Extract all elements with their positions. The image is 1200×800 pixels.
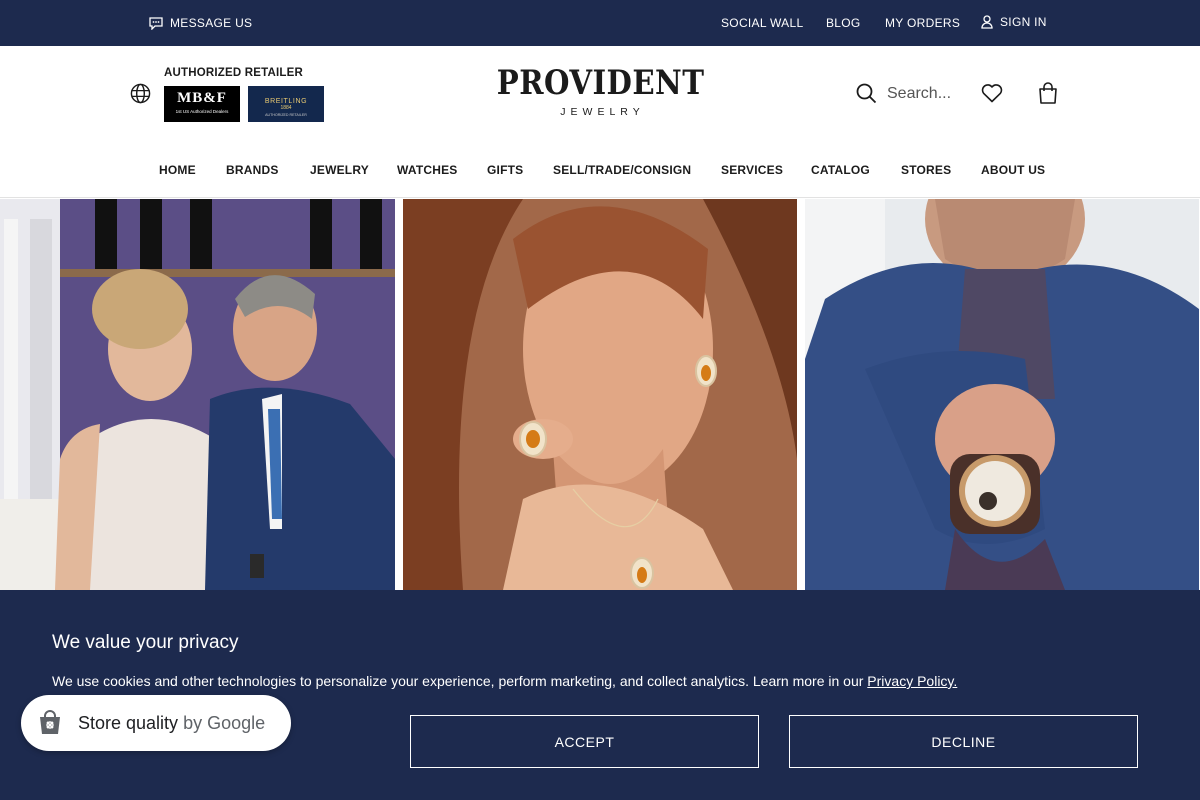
search-icon[interactable]: [856, 83, 877, 104]
breitling-badge[interactable]: BREITLING 1884 AUTHORIZED RETAILER: [248, 86, 324, 122]
sign-in-link[interactable]: SIGN IN: [981, 15, 1047, 29]
site-logo[interactable]: PROVIDENT JEWELRY: [480, 64, 720, 118]
search-box[interactable]: [856, 83, 967, 104]
user-icon: [981, 15, 993, 29]
my-orders-label: MY ORDERS: [885, 16, 961, 30]
cookie-text: We use cookies and other technologies to…: [52, 673, 864, 689]
nav-jewelry[interactable]: JEWELRY: [310, 163, 369, 177]
google-store-quality-badge[interactable]: Store quality by Google: [21, 695, 291, 751]
store-quality-label: Store quality: [78, 712, 179, 733]
globe-icon[interactable]: [130, 83, 151, 104]
social-wall-label: SOCIAL WALL: [721, 16, 804, 30]
nav-sell-trade-consign[interactable]: SELL/TRADE/CONSIGN: [553, 163, 691, 177]
sign-in-label: SIGN IN: [1000, 15, 1047, 29]
my-orders-link[interactable]: MY ORDERS: [885, 16, 960, 30]
search-input[interactable]: [887, 84, 967, 103]
watch-model-photo: [805, 199, 1199, 590]
couple-photo: [0, 199, 395, 590]
decline-button[interactable]: DECLINE: [789, 715, 1138, 768]
blog-link[interactable]: BLOG: [826, 16, 861, 30]
nav-services[interactable]: SERVICES: [721, 163, 783, 177]
heart-icon[interactable]: [981, 84, 1003, 103]
mbf-badge[interactable]: MB&F 1st US Authorized Dealers: [164, 86, 240, 122]
bag-icon[interactable]: [1038, 82, 1058, 104]
nav-brands[interactable]: BRANDS: [226, 163, 279, 177]
nav-watches[interactable]: WATCHES: [397, 163, 458, 177]
jewelry-model-photo: [403, 199, 797, 590]
nav-catalog[interactable]: CATALOG: [811, 163, 870, 177]
hero-image-couple[interactable]: [0, 199, 395, 590]
nav-about-us[interactable]: ABOUT US: [981, 163, 1045, 177]
top-bar: MESSAGE US SOCIAL WALL BLOG MY ORDERS SI…: [0, 0, 1200, 46]
mbf-badge-tagline: 1st US Authorized Dealers: [175, 109, 229, 114]
hero-image-jewelry[interactable]: [403, 199, 797, 590]
site-header: AUTHORIZED RETAILER MB&F 1st US Authoriz…: [0, 46, 1200, 198]
logo-sub: JEWELRY: [560, 106, 645, 118]
nav-stores[interactable]: STORES: [901, 163, 951, 177]
chat-icon: [149, 16, 163, 30]
cookie-title: We value your privacy: [52, 632, 239, 653]
google-shopping-icon: [40, 710, 60, 734]
mbf-badge-name: MB&F: [177, 90, 227, 106]
authorized-retailer-label: AUTHORIZED RETAILER: [164, 67, 304, 79]
blog-label: BLOG: [826, 16, 861, 30]
breitling-badge-tagline: AUTHORIZED RETAILER: [265, 113, 307, 117]
by-google-label: by Google: [183, 712, 266, 733]
breitling-badge-year: 1884: [280, 105, 292, 111]
logo-name: PROVIDENT: [496, 63, 705, 103]
nav-home[interactable]: HOME: [159, 163, 196, 177]
store-quality-text: Store quality by Google: [78, 713, 265, 734]
hero-image-watch[interactable]: [805, 199, 1199, 590]
message-us-label: MESSAGE US: [170, 16, 253, 30]
nav-gifts[interactable]: GIFTS: [487, 163, 523, 177]
privacy-policy-link[interactable]: Privacy Policy.: [867, 673, 957, 689]
social-wall-link[interactable]: SOCIAL WALL: [721, 16, 803, 30]
accept-button[interactable]: ACCEPT: [410, 715, 759, 768]
breitling-badge-name: BREITLING: [264, 98, 308, 105]
cookie-text-block: We use cookies and other technologies to…: [52, 673, 957, 689]
message-us-link[interactable]: MESSAGE US: [149, 16, 252, 30]
main-nav: HOME BRANDS JEWELRY WATCHES GIFTS SELL/T…: [0, 163, 1200, 183]
